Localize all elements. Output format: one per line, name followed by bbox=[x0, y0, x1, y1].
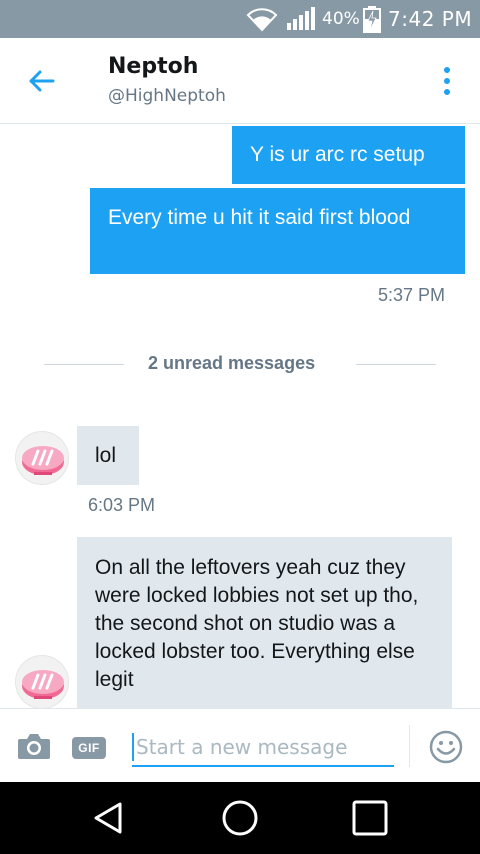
navigation-bar bbox=[0, 782, 480, 854]
camera-button[interactable] bbox=[16, 731, 52, 761]
unread-divider: 2 unread messages bbox=[148, 353, 316, 373]
emoji-button[interactable] bbox=[428, 729, 464, 765]
message-timestamp: 6:03 PM bbox=[88, 495, 156, 515]
message-bubble-received[interactable]: lol bbox=[77, 426, 139, 485]
nav-home-button[interactable] bbox=[218, 796, 262, 840]
divider-line bbox=[356, 364, 436, 365]
message-bubble-received[interactable]: On all the leftovers yeah cuz they were … bbox=[77, 537, 452, 709]
emoji-icon bbox=[429, 730, 463, 764]
avatar-logo bbox=[22, 446, 64, 475]
gif-button[interactable]: GIF bbox=[72, 737, 106, 759]
conversation-handle: @HighNeptoh bbox=[108, 86, 226, 106]
signal-icon bbox=[286, 0, 316, 38]
composer-divider bbox=[409, 725, 410, 767]
nav-back-button[interactable] bbox=[86, 796, 130, 840]
message-input[interactable] bbox=[132, 729, 394, 767]
message-composer: GIF bbox=[0, 708, 480, 782]
nav-home-icon bbox=[222, 800, 258, 836]
camera-icon bbox=[18, 734, 50, 759]
avatar[interactable] bbox=[15, 431, 69, 485]
back-button[interactable] bbox=[20, 60, 62, 102]
status-time: 7:42 PM bbox=[388, 7, 473, 31]
conversation-name: Neptoh bbox=[108, 54, 199, 79]
divider-line bbox=[44, 364, 124, 365]
battery-charging-icon bbox=[362, 0, 382, 38]
status-bar: 40% 7:42 PM bbox=[0, 0, 480, 38]
message-timestamp: 5:37 PM bbox=[378, 285, 446, 305]
nav-recent-icon bbox=[352, 800, 388, 836]
more-vertical-icon bbox=[444, 67, 450, 73]
avatar[interactable] bbox=[15, 655, 69, 709]
wifi-icon bbox=[246, 0, 278, 38]
more-options-button[interactable] bbox=[432, 60, 462, 102]
back-arrow-icon bbox=[29, 70, 55, 92]
nav-back-icon bbox=[94, 802, 122, 834]
conversation-header: Neptoh @HighNeptoh bbox=[0, 38, 480, 124]
nav-recent-button[interactable] bbox=[348, 796, 392, 840]
message-bubble-sent[interactable]: Every time u hit it said first blood bbox=[90, 188, 465, 274]
message-bubble-sent[interactable]: Y is ur arc rc setup bbox=[232, 126, 465, 184]
text-cursor bbox=[132, 733, 134, 761]
avatar-logo bbox=[22, 670, 64, 699]
battery-percent: 40% bbox=[322, 9, 360, 29]
